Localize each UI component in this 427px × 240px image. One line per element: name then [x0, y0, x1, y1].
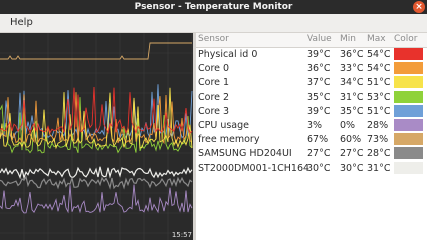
- sensor-min: 35°C: [340, 105, 364, 117]
- sensor-min: 27°C: [340, 148, 364, 160]
- table-row[interactable]: Core 1 37°C 34°C 51°C: [196, 76, 427, 90]
- sensor-max: 73%: [367, 134, 389, 146]
- sensor-max: 31°C: [367, 162, 391, 174]
- sensor-name: Core 2: [198, 91, 230, 103]
- sensor-value: 35°C: [307, 91, 331, 103]
- sensor-max: 51°C: [367, 77, 391, 89]
- sensor-value: 37°C: [307, 77, 331, 89]
- sensor-max: 51°C: [367, 105, 391, 117]
- sensor-table: Sensor Value Min Max Color Physical id 0…: [196, 33, 427, 240]
- sensor-name: CPU usage: [198, 119, 250, 131]
- color-swatch[interactable]: [394, 62, 423, 75]
- table-row[interactable]: ST2000DM001-1CH164 30°C 30°C 31°C: [196, 161, 427, 176]
- header-color[interactable]: Color: [394, 34, 418, 44]
- sensor-value: 3%: [307, 119, 323, 131]
- sensor-name: Physical id 0: [198, 49, 258, 60]
- sensor-min: 60%: [340, 134, 362, 146]
- color-swatch[interactable]: [394, 90, 423, 103]
- table-row[interactable]: CPU usage 3% 0% 28%: [196, 118, 427, 133]
- table-row[interactable]: Physical id 0 39°C 36°C 54°C: [196, 48, 427, 62]
- sensor-name: Core 1: [198, 77, 230, 89]
- sensor-max: 54°C: [367, 49, 391, 60]
- sensor-min: 31°C: [340, 91, 364, 103]
- header-min[interactable]: Min: [340, 34, 356, 44]
- color-swatch[interactable]: [394, 147, 423, 160]
- sensor-name: SAMSUNG HD204UI: [198, 148, 292, 160]
- color-swatch[interactable]: [394, 76, 423, 89]
- sensor-value: 67%: [307, 134, 329, 146]
- table-row[interactable]: Core 2 35°C 31°C 53°C: [196, 90, 427, 105]
- table-body: Physical id 0 39°C 36°C 54°C Core 0 36°C 33°C 5…: [196, 48, 427, 176]
- color-swatch[interactable]: [394, 48, 423, 60]
- header-sensor[interactable]: Sensor: [198, 34, 229, 44]
- sensor-name: ST2000DM001-1CH164: [198, 162, 310, 174]
- sensor-min: 34°C: [340, 77, 364, 89]
- color-swatch[interactable]: [394, 118, 423, 131]
- sensor-min: 0%: [340, 119, 356, 131]
- menu-bar: Help: [0, 14, 427, 33]
- table-row[interactable]: Core 3 39°C 35°C 51°C: [196, 104, 427, 119]
- sensor-min: 30°C: [340, 162, 364, 174]
- graph-canvas: [0, 33, 193, 240]
- sensor-max: 28%: [367, 119, 389, 131]
- sensor-name: Core 3: [198, 105, 230, 117]
- sensor-min: 33°C: [340, 63, 364, 75]
- color-swatch[interactable]: [394, 104, 423, 117]
- title-bar: Psensor - Temperature Monitor ×: [0, 0, 427, 14]
- sensor-max: 53°C: [367, 91, 391, 103]
- sensor-max: 28°C: [367, 148, 391, 160]
- menu-help[interactable]: Help: [10, 15, 33, 31]
- header-max[interactable]: Max: [367, 34, 386, 44]
- sensor-value: 27°C: [307, 148, 331, 160]
- sensor-value: 36°C: [307, 63, 331, 75]
- graph-time-label: 15:57: [170, 231, 193, 240]
- color-swatch[interactable]: [394, 133, 423, 146]
- close-button[interactable]: ×: [413, 1, 425, 13]
- sensor-value: 30°C: [307, 162, 331, 174]
- header-value[interactable]: Value: [307, 34, 332, 44]
- table-row[interactable]: SAMSUNG HD204UI 27°C 27°C 28°C: [196, 147, 427, 161]
- color-swatch[interactable]: [394, 161, 423, 174]
- sensor-name: Core 0: [198, 63, 230, 75]
- sensor-max: 54°C: [367, 63, 391, 75]
- table-row[interactable]: Core 0 36°C 33°C 54°C: [196, 62, 427, 76]
- sensor-value: 39°C: [307, 49, 331, 60]
- sensor-name: free memory: [198, 134, 260, 146]
- table-row[interactable]: free memory 67% 60% 73%: [196, 133, 427, 147]
- sensor-graph: 15:57: [0, 33, 193, 240]
- sensor-min: 36°C: [340, 49, 364, 60]
- sensor-value: 39°C: [307, 105, 331, 117]
- table-header: Sensor Value Min Max Color: [196, 33, 427, 48]
- window-title: Psensor - Temperature Monitor: [134, 2, 293, 12]
